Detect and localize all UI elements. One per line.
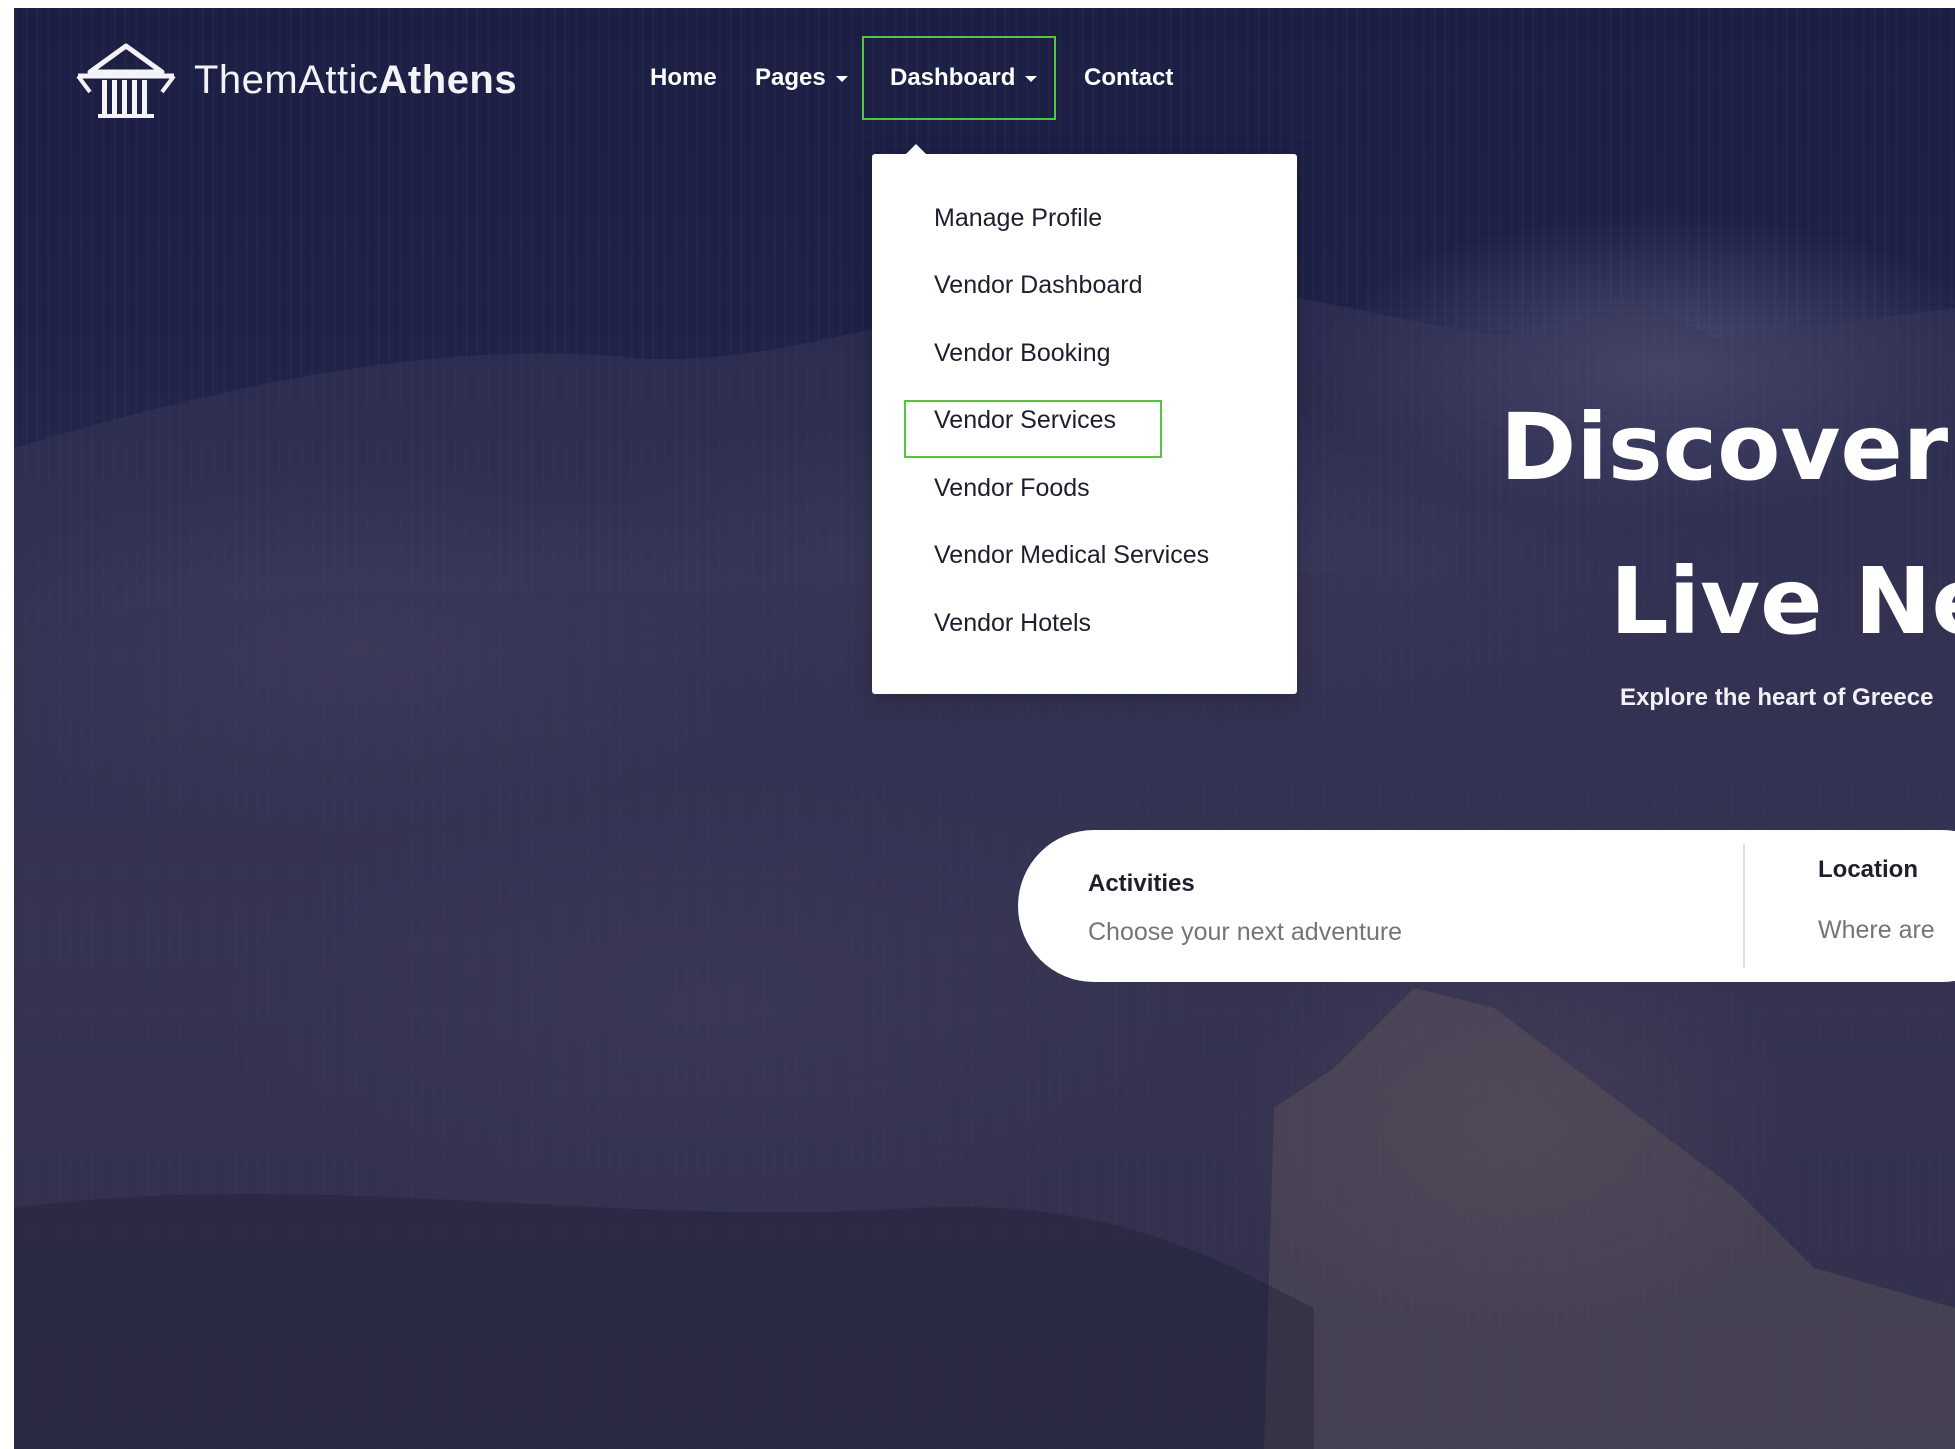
location-label: Location: [1818, 856, 1918, 883]
brand-logo[interactable]: ThemAtticAthens: [76, 42, 517, 118]
nav-pages[interactable]: Pages: [755, 64, 848, 92]
menu-item-vendor-medical-services[interactable]: Vendor Medical Services: [934, 541, 1209, 570]
nav-dashboard-label: Dashboard: [890, 64, 1016, 91]
menu-item-manage-profile[interactable]: Manage Profile: [934, 204, 1102, 233]
chevron-down-icon: [835, 76, 848, 82]
brand-name-light: ThemAttic: [194, 57, 379, 102]
nav-contact-label: Contact: [1084, 64, 1174, 91]
hero-title-line1: Discover: [1500, 394, 1949, 501]
menu-item-vendor-dashboard[interactable]: Vendor Dashboard: [934, 271, 1142, 300]
brand-name-bold: Athens: [378, 57, 518, 102]
hero-background: ThemAtticAthens Home Pages Dashboard Con…: [14, 8, 1955, 1449]
location-input[interactable]: [1818, 916, 1948, 945]
hero-title-line2: Live Ne: [1610, 548, 1955, 655]
nav-contact[interactable]: Contact: [1084, 64, 1173, 92]
menu-item-vendor-hotels[interactable]: Vendor Hotels: [934, 609, 1091, 638]
nav-pages-label: Pages: [755, 64, 826, 91]
menu-item-vendor-foods[interactable]: Vendor Foods: [934, 474, 1090, 503]
search-divider: [1743, 844, 1745, 968]
temple-columns-icon: [76, 43, 176, 118]
menu-item-vendor-services[interactable]: Vendor Services: [934, 406, 1116, 435]
search-bar: Activities Location: [1018, 830, 1955, 982]
chevron-down-icon: [1025, 76, 1038, 82]
nav-dashboard[interactable]: Dashboard: [890, 64, 1038, 92]
activities-label: Activities: [1088, 870, 1195, 897]
dashboard-dropdown-menu: Manage Profile Vendor Dashboard Vendor B…: [872, 144, 1297, 694]
nav-home-label: Home: [650, 64, 717, 91]
activities-input[interactable]: [1088, 918, 1688, 947]
menu-item-vendor-booking[interactable]: Vendor Booking: [934, 339, 1111, 368]
brand-name: ThemAtticAthens: [194, 58, 517, 103]
nav-home[interactable]: Home: [650, 64, 717, 92]
hero-subtitle: Explore the heart of Greece: [1620, 684, 1934, 711]
